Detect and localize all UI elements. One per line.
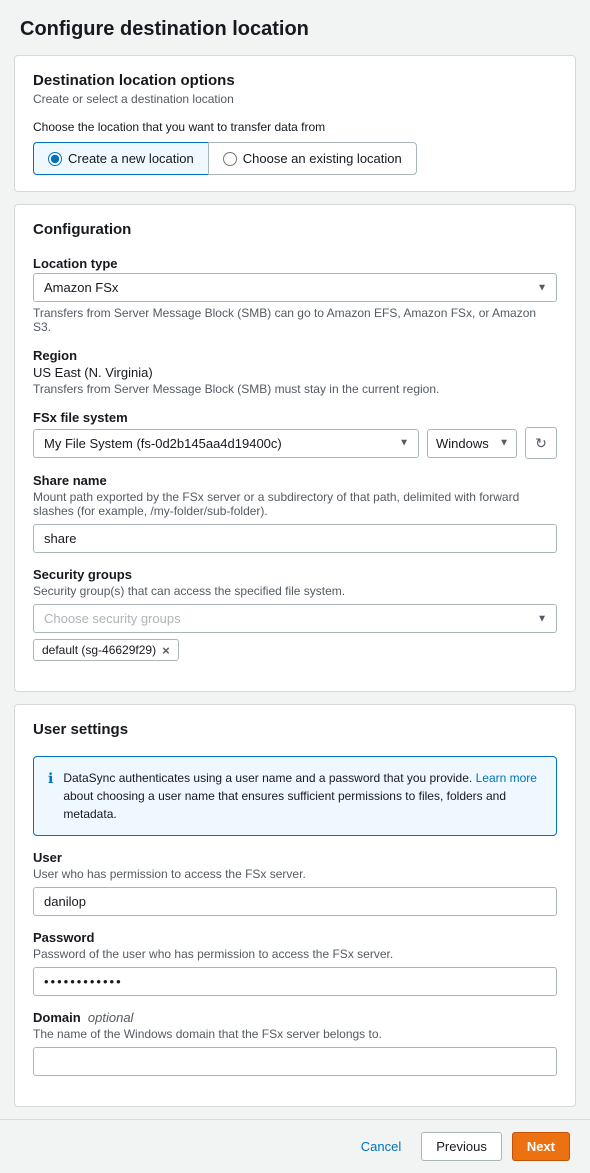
radio-create-new[interactable]: Create a new location [33,142,208,175]
security-groups-desc: Security group(s) that can access the sp… [33,584,557,598]
domain-field-group: Domain optional The name of the Windows … [33,1010,557,1076]
refresh-button[interactable]: ↻ [525,427,557,459]
location-type-select[interactable]: Amazon FSx Amazon EFS Amazon S3 [33,273,557,302]
info-icon: ℹ [48,770,53,787]
security-groups-label: Security groups [33,567,557,582]
region-group: Region US East (N. Virginia) Transfers f… [33,348,557,396]
location-radio-group: Create a new location Choose an existing… [33,142,557,175]
windows-type-select-wrap[interactable]: Windows Lustre [427,429,517,458]
choose-label: Choose the location that you want to tra… [33,120,557,134]
password-field-group: Password Password of the user who has pe… [33,930,557,996]
password-label: Password [33,930,557,945]
cancel-button[interactable]: Cancel [351,1133,411,1160]
password-desc: Password of the user who has permission … [33,947,557,961]
share-name-group: Share name Mount path exported by the FS… [33,473,557,553]
radio-choose-existing[interactable]: Choose an existing location [208,142,417,175]
radio-create-new-label: Create a new location [68,151,194,166]
security-tag-remove[interactable]: × [162,644,170,657]
security-tags-container: default (sg-46629f29) × [33,633,557,661]
region-label: Region [33,348,557,363]
user-settings-card: User settings ℹ DataSync authenticates u… [14,704,576,1107]
location-type-label: Location type [33,256,557,271]
info-text-before: DataSync authenticates using a user name… [63,771,472,785]
share-name-input[interactable] [33,524,557,553]
fsx-system-select[interactable]: My File System (fs-0d2b145aa4d19400c) [33,429,419,458]
info-learn-more-link[interactable]: Learn more [476,771,537,785]
destination-options-title: Destination location options [33,72,557,89]
user-label: User [33,850,557,865]
previous-button[interactable]: Previous [421,1132,502,1161]
share-name-desc: Mount path exported by the FSx server or… [33,490,557,518]
configuration-title: Configuration [33,221,557,238]
security-groups-group: Security groups Security group(s) that c… [33,567,557,661]
user-desc: User who has permission to access the FS… [33,867,557,881]
footer-bar: Cancel Previous Next [0,1119,590,1173]
share-name-label: Share name [33,473,557,488]
security-groups-select-wrap[interactable]: Choose security groups [33,604,557,633]
radio-choose-existing-input[interactable] [223,152,237,166]
page-header: Configure destination location [0,0,590,55]
destination-options-subtitle: Create or select a destination location [33,92,557,106]
location-type-group: Location type Amazon FSx Amazon EFS Amaz… [33,256,557,334]
security-tag-label: default (sg-46629f29) [42,643,156,657]
fsx-file-system-group: FSx file system My File System (fs-0d2b1… [33,410,557,459]
info-text-after: about choosing a user name that ensures … [63,789,506,821]
configuration-card: Configuration Location type Amazon FSx A… [14,204,576,692]
domain-desc: The name of the Windows domain that the … [33,1027,557,1041]
fsx-row: My File System (fs-0d2b145aa4d19400c) Wi… [33,427,557,459]
destination-options-card: Destination location options Create or s… [14,55,576,192]
security-groups-select[interactable]: Choose security groups [33,604,557,633]
radio-create-new-input[interactable] [48,152,62,166]
domain-input[interactable] [33,1047,557,1076]
radio-choose-existing-label: Choose an existing location [243,151,402,166]
user-settings-info-box: ℹ DataSync authenticates using a user na… [33,756,557,836]
location-type-select-wrapper[interactable]: Amazon FSx Amazon EFS Amazon S3 [33,273,557,302]
next-button[interactable]: Next [512,1132,570,1161]
password-input[interactable] [33,967,557,996]
region-desc: Transfers from Server Message Block (SMB… [33,382,557,396]
page-wrapper: Configure destination location Destinati… [0,0,590,1173]
info-box-text: DataSync authenticates using a user name… [63,769,542,823]
user-input[interactable] [33,887,557,916]
page-title: Configure destination location [20,18,570,41]
region-value: US East (N. Virginia) [33,365,557,380]
location-type-desc: Transfers from Server Message Block (SMB… [33,306,557,334]
domain-optional: optional [88,1010,134,1025]
fsx-system-select-wrap[interactable]: My File System (fs-0d2b145aa4d19400c) [33,429,419,458]
security-tag-default: default (sg-46629f29) × [33,639,179,661]
domain-label: Domain optional [33,1010,557,1025]
user-settings-title: User settings [33,721,557,738]
windows-type-select[interactable]: Windows Lustre [427,429,517,458]
user-field-group: User User who has permission to access t… [33,850,557,916]
fsx-label: FSx file system [33,410,557,425]
